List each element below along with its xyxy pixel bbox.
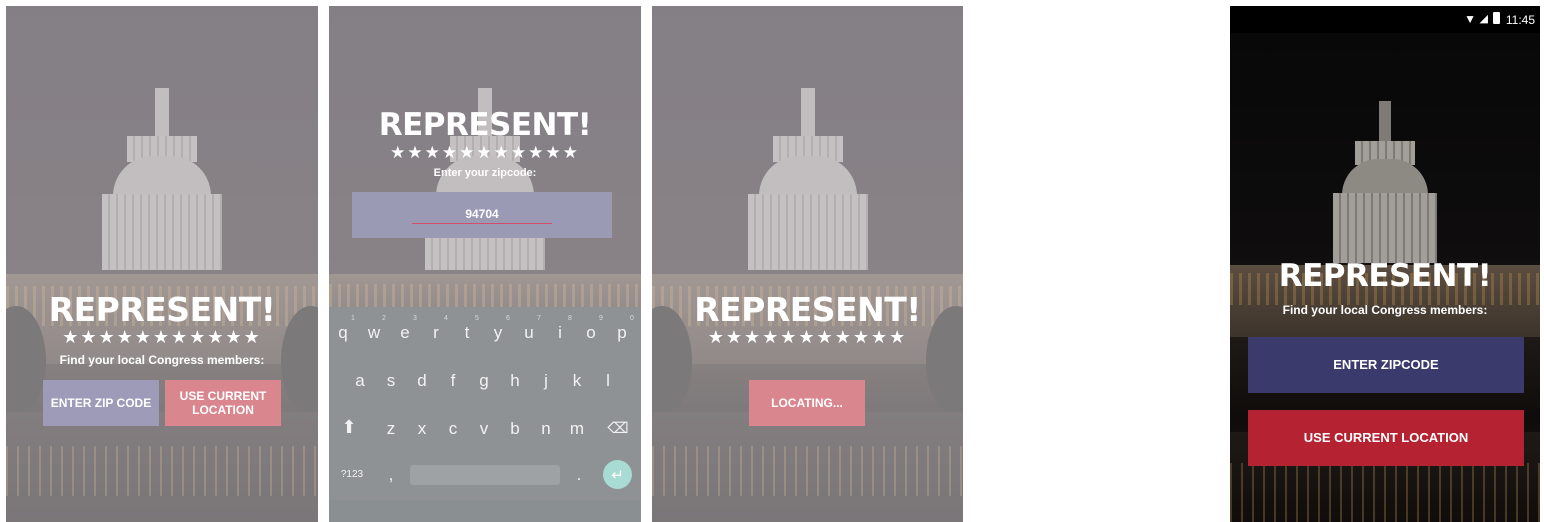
key-hint: 7: [537, 315, 541, 322]
key-s[interactable]: s: [379, 371, 403, 391]
key-hint: 8: [568, 315, 572, 322]
key-d[interactable]: d: [410, 371, 434, 391]
stars-divider: ★★★★★★★★★★★: [62, 327, 262, 347]
symbols-key[interactable]: ?123: [335, 469, 369, 480]
signal-icon: ◢: [1479, 13, 1488, 25]
zipcode-prompt: Enter your zipcode:: [433, 167, 537, 179]
key-k[interactable]: k: [565, 371, 589, 391]
soft-keyboard: q w e r t y u i o p 1 2 3 4 5 6 7 8 9 0 …: [329, 307, 641, 500]
key-hint: 0: [630, 315, 634, 322]
key-i[interactable]: i: [548, 323, 572, 343]
key-t[interactable]: t: [455, 323, 479, 343]
key-q[interactable]: q: [331, 323, 355, 343]
key-hint: 6: [506, 315, 510, 322]
key-r[interactable]: r: [424, 323, 448, 343]
key-l[interactable]: l: [596, 371, 620, 391]
key-hint: 9: [599, 315, 603, 322]
key-x[interactable]: x: [410, 419, 434, 439]
dim-overlay: [652, 6, 963, 522]
key-w[interactable]: w: [362, 323, 386, 343]
key-hint: 5: [475, 315, 479, 322]
key-hint: 2: [382, 315, 386, 322]
subtitle: Find your local Congress members:: [59, 353, 265, 367]
app-title: REPRESENT!: [378, 107, 592, 143]
stars-divider: ★★★★★★★★★★★: [707, 327, 908, 347]
zipcode-input-panel: 94704: [352, 192, 612, 238]
key-y[interactable]: y: [486, 323, 510, 343]
key-z[interactable]: z: [379, 419, 403, 439]
enter-key-icon[interactable]: ↵: [603, 460, 632, 489]
use-current-location-button[interactable]: USE CURRENT LOCATION: [165, 380, 281, 426]
comma-key[interactable]: ,: [379, 465, 403, 485]
phone-home-screen: ▼ ◢ 11:45 REPRESENT! Find your local Con…: [1230, 6, 1540, 522]
app-title: REPRESENT!: [48, 290, 276, 329]
battery-icon: [1493, 12, 1500, 24]
use-current-location-button[interactable]: USE CURRENT LOCATION: [1248, 410, 1524, 466]
key-e[interactable]: e: [393, 323, 417, 343]
home-screen-preview: REPRESENT! ★★★★★★★★★★★ Find your local C…: [6, 6, 318, 522]
screen-bottom-strip: [329, 500, 641, 522]
key-hint: 3: [413, 315, 417, 322]
enter-zip-code-button[interactable]: ENTER ZIP CODE: [43, 380, 159, 426]
wifi-icon: ▼: [1464, 12, 1476, 26]
subtitle: Find your local Congress members:: [1282, 303, 1488, 317]
key-p[interactable]: p: [610, 323, 634, 343]
status-bar: ▼ ◢ 11:45: [1230, 6, 1540, 33]
locating-screen-preview: REPRESENT! ★★★★★★★★★★★ LOCATING...: [652, 6, 963, 522]
app-title: REPRESENT!: [1278, 258, 1492, 294]
key-b[interactable]: b: [503, 419, 527, 439]
key-a[interactable]: a: [348, 371, 372, 391]
shift-key-icon[interactable]: ⬆: [337, 417, 361, 438]
locating-button[interactable]: LOCATING...: [749, 380, 865, 426]
zipcode-input[interactable]: 94704: [412, 207, 552, 224]
period-key[interactable]: .: [567, 465, 591, 485]
status-time: 11:45: [1505, 13, 1535, 27]
backspace-icon[interactable]: ⌫: [606, 419, 630, 437]
key-hint: 4: [444, 315, 448, 322]
key-hint: 1: [351, 315, 355, 322]
key-f[interactable]: f: [441, 371, 465, 391]
key-v[interactable]: v: [472, 419, 496, 439]
key-u[interactable]: u: [517, 323, 541, 343]
stars-divider: ★★★★★★★★★★★: [390, 143, 580, 162]
key-o[interactable]: o: [579, 323, 603, 343]
space-key[interactable]: [410, 465, 560, 485]
key-n[interactable]: n: [534, 419, 558, 439]
key-h[interactable]: h: [503, 371, 527, 391]
enter-zipcode-button[interactable]: ENTER ZIPCODE: [1248, 337, 1524, 393]
dim-overlay: [6, 6, 318, 522]
key-j[interactable]: j: [534, 371, 558, 391]
key-c[interactable]: c: [441, 419, 465, 439]
zipcode-entry-screen-preview: REPRESENT! ★★★★★★★★★★★ Enter your zipcod…: [329, 6, 641, 522]
key-m[interactable]: m: [565, 419, 589, 439]
key-g[interactable]: g: [472, 371, 496, 391]
app-title: REPRESENT!: [694, 290, 921, 329]
